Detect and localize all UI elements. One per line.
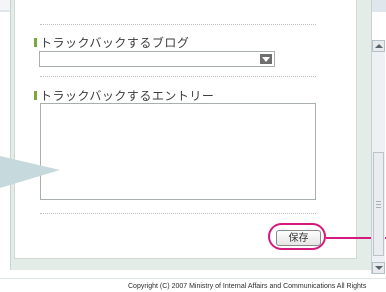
top-divider xyxy=(40,24,316,25)
section-marker-blog xyxy=(34,38,37,47)
footer-copyright: Copyright (C) 2007 Ministry of Internal … xyxy=(128,283,367,290)
trackback-entry-label: トラックバックするエントリー xyxy=(40,89,215,103)
middle-divider xyxy=(40,76,316,77)
vertical-scrollbar[interactable] xyxy=(371,40,385,274)
scroll-grip-line xyxy=(376,204,381,205)
trackback-blog-select[interactable] xyxy=(39,51,275,67)
scroll-grip-line xyxy=(376,201,381,202)
trackback-entry-textarea[interactable] xyxy=(40,103,316,200)
dropdown-arrow-icon[interactable] xyxy=(260,54,272,64)
footer-divider xyxy=(0,278,386,279)
trackback-blog-label: トラックバックするブログ xyxy=(40,36,190,50)
scroll-up-arrow-icon[interactable] xyxy=(372,40,385,52)
scroll-grip-line xyxy=(376,207,381,208)
scroll-down-arrow-icon[interactable] xyxy=(372,262,385,274)
bottom-divider xyxy=(40,213,316,214)
save-button[interactable]: 保存 xyxy=(276,230,321,246)
section-marker-entry xyxy=(34,91,37,100)
scrollbar-thumb[interactable] xyxy=(373,152,384,256)
